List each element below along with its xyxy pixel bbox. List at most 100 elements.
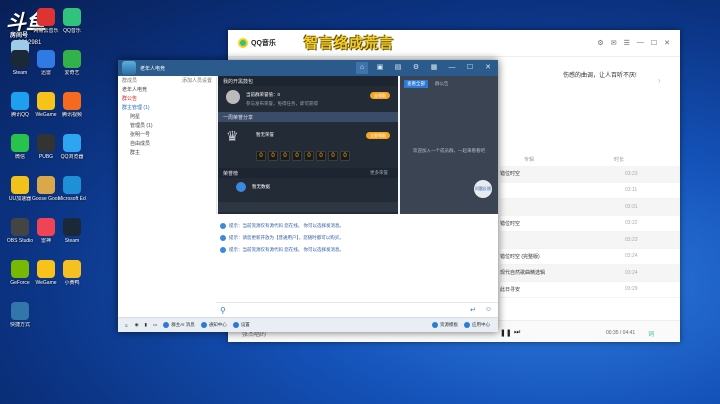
settings-icon[interactable]: ⚙ [597, 39, 603, 47]
desktop-icon-label: Goose Goose Duck [32, 196, 60, 202]
member-group-item[interactable]: 阿星 [118, 112, 216, 121]
tab-all[interactable]: 查看全部 [404, 80, 428, 88]
desktop-icon[interactable]: Steam [6, 50, 34, 76]
app-icon [37, 218, 55, 236]
desktop-icon[interactable]: GeForce [6, 260, 34, 286]
banner-scrollbar[interactable] [218, 202, 398, 212]
desktop-icon[interactable]: 腾讯QQ [6, 92, 34, 118]
desktop-icon[interactable]: Microsoft Edge [58, 176, 86, 202]
group-avatar[interactable] [122, 61, 136, 75]
desktop-icon[interactable]: PUBG [32, 134, 60, 160]
chat-title: 老年人电竞 [140, 65, 166, 72]
song-row[interactable]: 03:23 [500, 232, 680, 249]
song-list: 错位时空 03:23 03:11 03:31 错位时空 03:22 03:23 错位时空 (完… [500, 166, 680, 298]
section-my-group: 我的开黑鼓包 [218, 76, 398, 86]
song-row[interactable]: 03:11 [500, 183, 680, 199]
app-icon [63, 50, 81, 68]
trophy-icon: ♛ [226, 128, 239, 144]
folder-icon[interactable]: ▤ [392, 62, 404, 74]
mail-icon[interactable]: ✉ [611, 39, 617, 47]
desktop-icon[interactable]: UU加速器 [6, 176, 34, 202]
honor-digit: 0 [304, 151, 314, 161]
maximize-icon[interactable]: ☐ [651, 39, 657, 47]
notify-center-button[interactable]: 通知中心 [200, 322, 227, 328]
image-icon[interactable]: ▣ [374, 62, 386, 74]
claim-now-button[interactable]: 立即领取 [366, 132, 390, 139]
song-row[interactable]: 错位时空 03:22 [500, 216, 680, 232]
grid-icon[interactable]: ▦ [428, 62, 440, 74]
search-icon[interactable]: ⚲ [220, 306, 226, 315]
emoji-icon[interactable]: ☺ [485, 306, 492, 313]
mic-icon[interactable]: ▮ [145, 322, 147, 328]
desktop-icon[interactable]: WeGame [32, 92, 60, 118]
desktop-icon[interactable]: Goose Goose Duck [32, 176, 60, 202]
desktop-icon[interactable]: 雷神 [32, 218, 60, 244]
song-duration: 03:23 [625, 170, 638, 177]
member-group-item[interactable]: 群公告 [118, 94, 216, 103]
maximize-icon[interactable]: ☐ [464, 62, 476, 74]
desktop-icon[interactable]: 快捷方式 [6, 302, 34, 328]
song-row[interactable]: 此日寻安 03:29 [500, 282, 680, 298]
chat-titlebar: 老年人电竞 ⌂ ▣ ▤ ⚙ ▦ — ☐ ✕ [118, 60, 498, 76]
close-icon[interactable]: ✕ [482, 62, 494, 74]
close-icon[interactable]: ✕ [664, 39, 670, 47]
more-honor-link[interactable]: 更多荣誉 [370, 170, 388, 176]
desktop-icon[interactable]: WeGame [32, 260, 60, 286]
desktop-icon[interactable]: 小黄鸭 [58, 260, 86, 286]
desktop-icon[interactable]: 微信 [6, 134, 34, 160]
desktop-icon[interactable]: 爱奇艺 [58, 50, 86, 76]
emoji-tool-icon[interactable]: ☺ [124, 323, 129, 328]
song-row[interactable]: 错位时空 (完整版) 03:24 [500, 249, 680, 265]
play-pause-icon[interactable]: ❚❚ [500, 329, 512, 337]
app-icon [37, 176, 55, 194]
song-row[interactable]: 现代自然歌曲精选辑 03:24 [500, 265, 680, 282]
settings-button[interactable]: 设置 [232, 322, 250, 328]
desktop-icon[interactable]: QQ音乐 [58, 8, 86, 34]
claim-button[interactable]: 去领取 [370, 92, 390, 99]
desktop-icon[interactable]: OBS Studio [6, 218, 34, 244]
home-icon[interactable]: ⌂ [356, 62, 368, 74]
member-group-item[interactable]: 老年人电竞 [118, 85, 216, 94]
song-duration: 03:22 [625, 220, 638, 227]
minimize-icon[interactable]: — [637, 39, 644, 47]
desktop-icon-label: 快捷方式 [9, 322, 30, 328]
ai-message-button[interactable]: 群主AI 消息 [163, 322, 195, 328]
honor-digit: 0 [292, 151, 302, 161]
app-icon [11, 134, 29, 152]
desktop-icon-label: GeForce [10, 280, 30, 286]
music-titlebar: QQ音乐 ⚙ ✉ ☰ — ☐ ✕ [228, 30, 680, 57]
honor-value: 当前群荣誉值：0 [246, 92, 281, 97]
feedback-button[interactable]: 问题反馈 [474, 180, 492, 198]
song-row[interactable]: 错位时空 03:23 [500, 166, 680, 183]
desktop-icon[interactable]: 腾讯视频 [58, 92, 86, 118]
app-center-button[interactable]: 应用中心 [464, 322, 490, 328]
member-group-item[interactable]: 管理员 (1) [118, 121, 216, 130]
voice-icon[interactable]: ◉ [135, 322, 139, 328]
song-row[interactable]: 03:31 [500, 199, 680, 216]
member-group-item[interactable]: 群主 [118, 148, 216, 157]
lyric-button[interactable]: 词 [648, 329, 654, 338]
overlay-title: 智言络成荒言 [304, 35, 394, 51]
desktop-icon[interactable]: 网易云音乐 [32, 8, 60, 34]
honor-digit: 0 [328, 151, 338, 161]
app-icon [11, 302, 29, 320]
template-button[interactable]: 资源模板 [432, 322, 458, 328]
tab-notice[interactable]: 群公告 [432, 80, 452, 88]
week-desc: 暂无荣誉 [256, 132, 274, 137]
minimize-icon[interactable]: — [446, 62, 458, 74]
member-group-item[interactable]: 群主管理 (1) [118, 103, 216, 112]
chevron-right-icon[interactable]: › [658, 76, 661, 85]
send-icon[interactable]: ↵ [470, 306, 476, 314]
desktop-icon[interactable]: QQ浏览器 [58, 134, 86, 160]
member-group-item[interactable]: 张明一号 [118, 130, 216, 139]
menu-icon[interactable]: ☰ [624, 39, 630, 47]
settings-icon[interactable]: ⚙ [410, 62, 422, 74]
member-group-item[interactable]: 自由成员 [118, 139, 216, 148]
desktop-icon[interactable]: 迅雷 [32, 50, 60, 76]
app-icon [37, 260, 55, 278]
system-message: 提示：当前资源仅有源代码 您在线。 你可以选择发消息。 [216, 220, 498, 232]
next-icon[interactable]: ⏭ [514, 329, 520, 337]
video-icon[interactable]: ▭ [153, 322, 157, 328]
desktop-icon[interactable]: Steam [58, 218, 86, 244]
music-logo[interactable]: QQ音乐 [238, 38, 276, 48]
